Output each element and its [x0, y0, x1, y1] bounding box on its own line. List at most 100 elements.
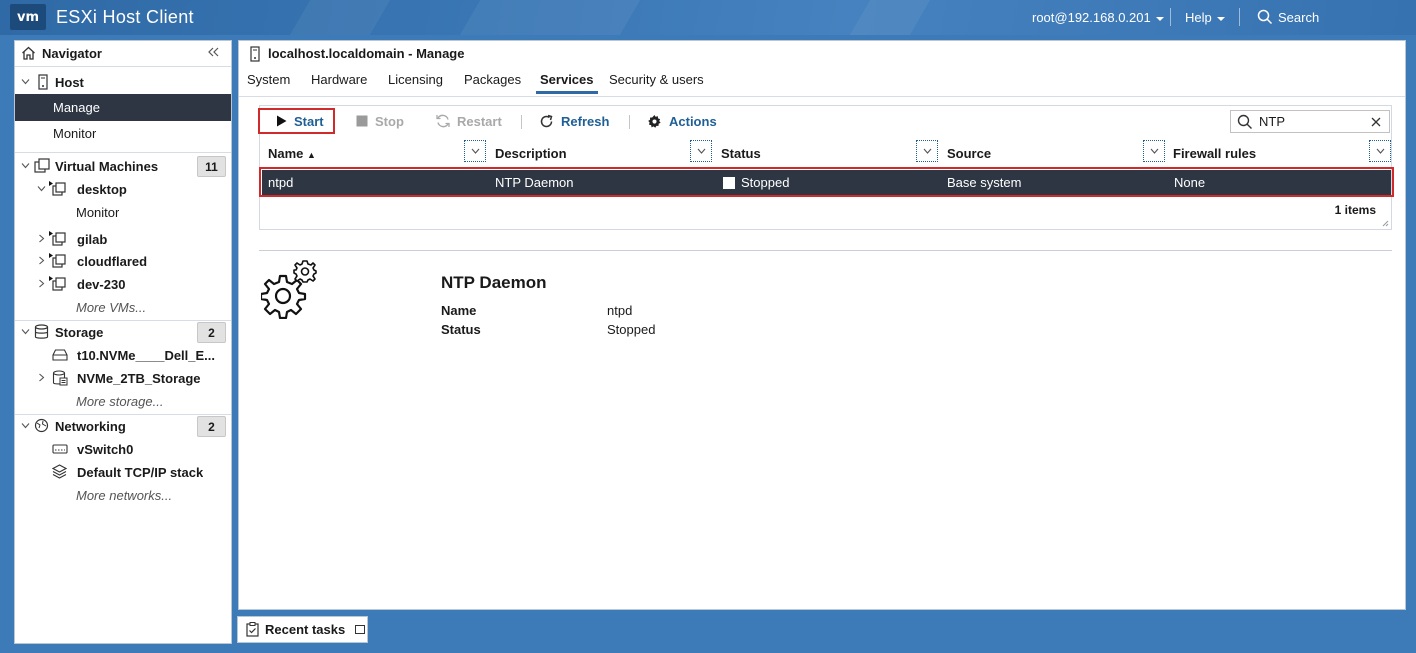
gear-icon	[648, 114, 661, 128]
sidebar-item-label: More VMs...	[76, 299, 147, 315]
sidebar-item-label: Default TCP/IP stack	[77, 464, 204, 480]
column-menu-button[interactable]	[690, 140, 712, 162]
chevron-down-icon[interactable]	[37, 184, 46, 193]
switch-icon	[52, 444, 68, 454]
count-badge: 2	[197, 322, 226, 343]
restart-icon	[436, 114, 450, 128]
chevron-down-icon[interactable]	[21, 421, 30, 430]
chevron-down-icon[interactable]	[21, 161, 30, 170]
app-title: ESXi Host Client	[56, 7, 194, 27]
sidebar-item-vm-desktop[interactable]: desktop	[15, 178, 231, 200]
divider	[15, 152, 231, 153]
detail-key: Status	[441, 322, 481, 337]
chevron-right-icon[interactable]	[37, 256, 46, 265]
tab-packages[interactable]: Packages	[464, 72, 521, 94]
clear-icon[interactable]	[1371, 117, 1381, 127]
count-badge: 11	[197, 156, 226, 177]
refresh-icon	[540, 114, 553, 127]
global-search-button[interactable]: Search	[1257, 9, 1319, 25]
divider	[15, 66, 231, 67]
sidebar-item-networking[interactable]: Networking 2	[15, 415, 231, 437]
decor-shard	[849, 0, 931, 35]
services-grid: Start Stop Restart Refresh Actions NTP N…	[258, 105, 1394, 230]
chevron-down-icon	[1376, 148, 1384, 154]
vm-running-icon	[49, 231, 66, 246]
tab-hardware[interactable]: Hardware	[311, 72, 367, 94]
resize-grip-icon[interactable]	[1382, 220, 1389, 227]
help-menu[interactable]: Help	[1185, 10, 1225, 25]
actions-button[interactable]: Actions	[647, 108, 717, 134]
help-label: Help	[1185, 10, 1212, 25]
divider	[1170, 8, 1171, 26]
user-menu[interactable]: root@192.168.0.201	[1032, 10, 1164, 25]
database-icon	[34, 324, 49, 339]
divider	[629, 115, 630, 129]
navigator-title: Navigator	[42, 45, 102, 61]
tab-licensing[interactable]: Licensing	[388, 72, 443, 94]
collapse-icon[interactable]	[207, 47, 219, 57]
chevron-right-icon[interactable]	[37, 234, 46, 243]
datastore-icon	[52, 370, 68, 386]
sidebar-item-vm-dev-230[interactable]: dev-230	[15, 273, 231, 295]
detail-value: ntpd	[607, 303, 633, 318]
column-header-source[interactable]: Source	[947, 146, 991, 161]
sort-asc-icon: ▲	[307, 150, 316, 160]
count-badge: 2	[197, 416, 226, 437]
divider	[1239, 8, 1240, 26]
column-header-description[interactable]: Description	[495, 146, 567, 161]
search-input[interactable]: NTP	[1259, 114, 1371, 129]
column-menu-button[interactable]	[916, 140, 938, 162]
vm-running-icon	[49, 253, 66, 268]
column-header-firewall-rules[interactable]: Firewall rules	[1173, 146, 1256, 161]
recent-tasks-tab[interactable]: Recent tasks	[237, 616, 368, 643]
column-menu-button[interactable]	[464, 140, 486, 162]
column-menu-button[interactable]	[1143, 140, 1165, 162]
sidebar-item-monitor[interactable]: Monitor	[15, 122, 231, 144]
sidebar-item-vswitch0[interactable]: vSwitch0	[15, 438, 231, 460]
search-label: Search	[1278, 9, 1320, 25]
sidebar-item-storage[interactable]: Storage 2	[15, 321, 231, 343]
chevron-down-icon	[471, 148, 479, 154]
tab-system[interactable]: System	[247, 72, 290, 94]
page-title: localhost.localdomain - Manage	[268, 46, 465, 61]
column-header-name[interactable]: Name ▲	[268, 146, 316, 161]
top-bar: vm ESXi Host Client root@192.168.0.201 H…	[0, 0, 1416, 35]
sidebar-item-manage[interactable]: Manage	[15, 94, 231, 121]
divider	[259, 250, 1392, 251]
sidebar-item-vm-monitor[interactable]: Monitor	[15, 201, 231, 223]
chevron-right-icon[interactable]	[37, 279, 46, 288]
services-gear-icon	[261, 260, 317, 319]
restart-button[interactable]: Restart	[436, 108, 502, 134]
sidebar-item-label: NVMe_2TB_Storage	[77, 370, 201, 386]
sidebar-item-host[interactable]: Host	[15, 71, 231, 93]
restore-icon[interactable]	[355, 625, 366, 634]
more-networks-link[interactable]: More networks...	[15, 484, 231, 506]
stop-icon	[356, 115, 368, 127]
detail-title: NTP Daemon	[441, 273, 547, 292]
chevron-down-icon[interactable]	[21, 327, 30, 336]
sidebar-item-label: Monitor	[76, 204, 120, 220]
filter-search-box[interactable]: NTP	[1230, 110, 1390, 133]
start-button[interactable]: Start	[258, 108, 335, 134]
sidebar-item-vm-gilab[interactable]: gilab	[15, 228, 231, 250]
chevron-right-icon[interactable]	[37, 373, 46, 382]
column-header-status[interactable]: Status	[721, 146, 761, 161]
tab-services[interactable]: Services	[536, 72, 598, 94]
disk-icon	[52, 349, 68, 361]
more-storage-link[interactable]: More storage...	[15, 390, 231, 412]
chevron-down-icon	[923, 148, 931, 154]
tab-security-users[interactable]: Security & users	[609, 72, 704, 94]
stop-button[interactable]: Stop	[356, 108, 404, 134]
more-vms-link[interactable]: More VMs...	[15, 296, 231, 318]
sidebar-item-vm-cloudflared[interactable]: cloudflared	[15, 250, 231, 272]
sidebar-item-tcpip-stack[interactable]: Default TCP/IP stack	[15, 461, 231, 483]
search-icon	[1257, 9, 1273, 25]
chevron-down-icon[interactable]	[21, 77, 30, 86]
column-menu-button[interactable]	[1369, 140, 1391, 162]
sidebar-item-storage-device[interactable]: t10.NVMe____Dell_E...	[15, 344, 231, 366]
chevron-down-icon	[1155, 16, 1164, 21]
sidebar-item-datastore[interactable]: NVMe_2TB_Storage	[15, 367, 231, 389]
sidebar-item-virtual-machines[interactable]: Virtual Machines 11	[15, 155, 231, 177]
host-server-icon	[38, 74, 48, 90]
refresh-button[interactable]: Refresh	[539, 108, 609, 134]
